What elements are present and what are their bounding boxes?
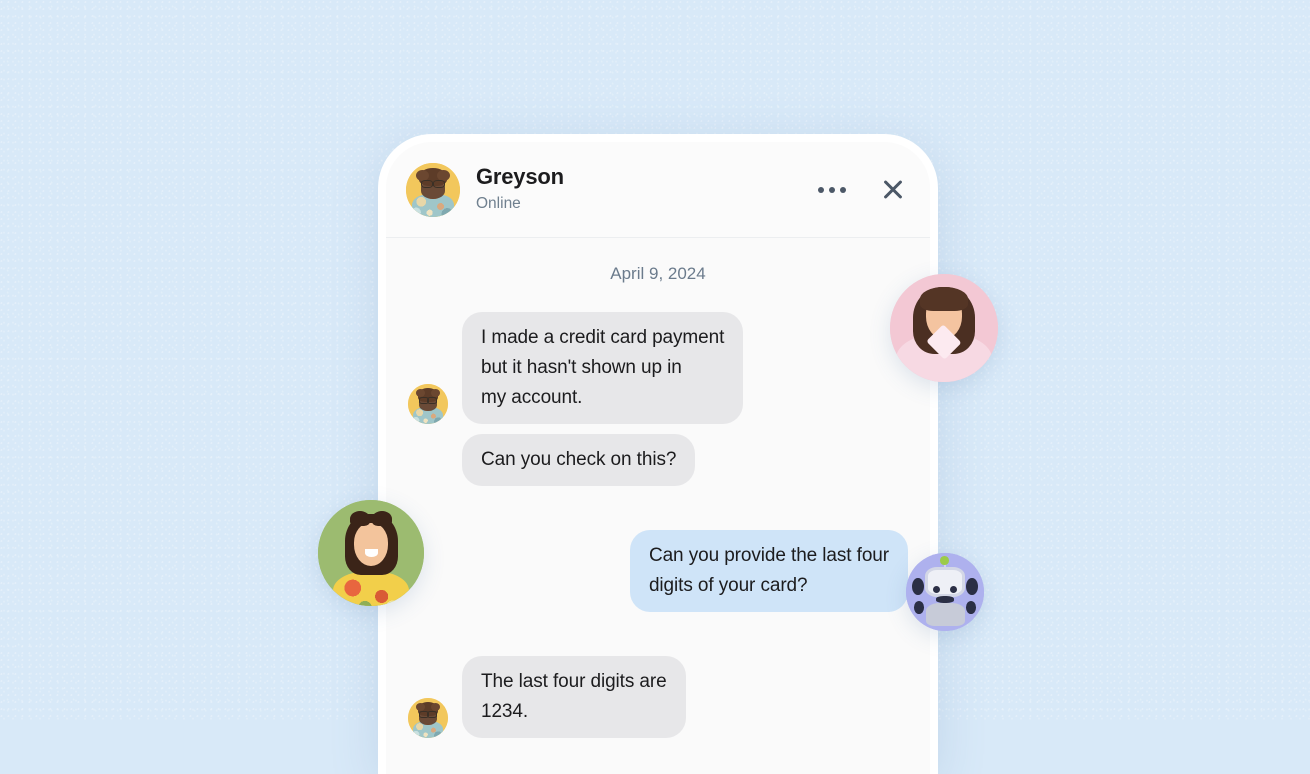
woman-green-avatar (318, 500, 424, 606)
contact-avatar[interactable] (406, 162, 460, 217)
chat-bot-avatar (906, 553, 984, 631)
woman-pink-avatar (890, 274, 998, 382)
man-curly-hair-glasses-icon (406, 162, 460, 217)
woman-pink-icon (890, 274, 998, 382)
message-bubble-incoming: Can you check on this? (462, 434, 696, 486)
message-bubble-incoming: I made a credit card payment but it hasn… (462, 312, 744, 424)
message-row: I made a credit card payment but it hasn… (408, 312, 908, 424)
contact-status: Online (476, 194, 521, 212)
close-icon[interactable] (878, 175, 908, 205)
robot-icon (906, 553, 984, 631)
man-curly-hair-glasses-icon (408, 384, 448, 424)
message-row: Can you check on this? (408, 434, 908, 486)
phone-screen: Greyson Online April 9, 2024 I made a cr… (386, 142, 930, 774)
woman-green-icon (318, 500, 424, 606)
phone-mockup: Greyson Online April 9, 2024 I made a cr… (378, 134, 938, 774)
message-avatar (408, 384, 448, 424)
conversation-list[interactable]: April 9, 2024 I made a credit card payme… (386, 238, 930, 774)
date-divider: April 9, 2024 (610, 264, 706, 283)
contact-info: Greyson Online (476, 164, 796, 215)
message-row: The last four digits are 1234. (408, 656, 908, 738)
message-bubble-incoming: The last four digits are 1234. (462, 656, 686, 738)
message-avatar (408, 698, 448, 738)
contact-name: Greyson (476, 164, 564, 190)
more-horizontal-icon[interactable] (812, 181, 852, 199)
message-row: Can you provide the last four digits of … (408, 530, 908, 612)
man-curly-hair-glasses-icon (408, 698, 448, 738)
header-actions (812, 175, 908, 205)
chat-header: Greyson Online (386, 142, 930, 238)
message-bubble-outgoing: Can you provide the last four digits of … (629, 530, 908, 612)
